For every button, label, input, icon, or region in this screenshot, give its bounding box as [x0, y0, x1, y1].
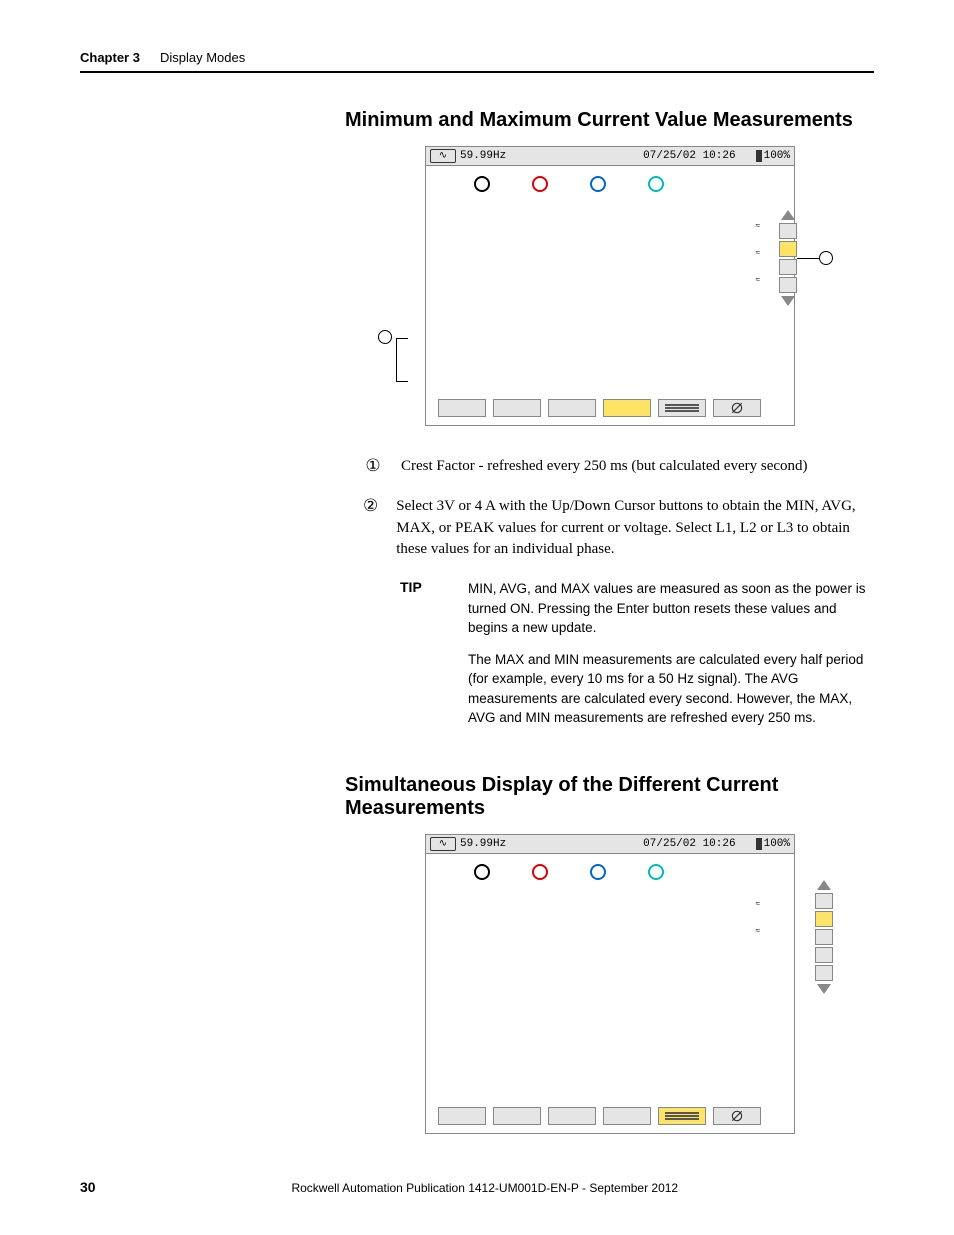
status-battery-2: 100% — [764, 838, 790, 850]
selector-down-icon[interactable] — [781, 296, 795, 306]
device-screenshot-2: ∿ 59.99Hz 07/25/02 10:26 100% ≈ ≈ — [425, 834, 795, 1134]
axis-l1: ≈ — [755, 222, 760, 231]
callout-1-marker — [819, 251, 833, 265]
selector-item[interactable] — [815, 965, 833, 981]
callout-number-1: ① — [363, 456, 383, 476]
chapter-label: Chapter 3 — [80, 50, 140, 65]
publication-info: Rockwell Automation Publication 1412-UM0… — [96, 1181, 874, 1195]
status-datetime-2: 07/25/02 10:26 — [643, 838, 735, 850]
phase-circle-l3 — [648, 864, 664, 880]
softkey-3[interactable] — [548, 399, 596, 417]
softkey-row-2 — [438, 1107, 761, 1125]
selector-item-selected[interactable] — [779, 241, 797, 257]
battery-icon — [756, 150, 762, 162]
battery-icon — [756, 838, 762, 850]
softkey-4[interactable] — [603, 1107, 651, 1125]
selector-up-icon[interactable] — [817, 880, 831, 890]
phase-circle-l1 — [532, 864, 548, 880]
softkey-1[interactable] — [438, 399, 486, 417]
chapter-title: Display Modes — [160, 50, 245, 65]
phase-circles — [474, 176, 664, 192]
section-title-2: Simultaneous Display of the Different Cu… — [345, 774, 874, 820]
softkey-6[interactable] — [713, 1107, 761, 1125]
selector-item[interactable] — [779, 223, 797, 239]
softkey-3[interactable] — [548, 1107, 596, 1125]
axis-l2: ≈ — [755, 927, 760, 936]
vertical-selector-2 — [815, 880, 833, 994]
section-title-1: Minimum and Maximum Current Value Measur… — [345, 109, 874, 132]
tip-paragraph-2: The MAX and MIN measurements are calcula… — [468, 650, 868, 728]
selector-item[interactable] — [815, 947, 833, 963]
selector-up-icon[interactable] — [781, 210, 795, 220]
softkey-2[interactable] — [493, 399, 541, 417]
wave-icon: ∿ — [430, 837, 456, 851]
callout-line — [797, 258, 819, 259]
selector-item[interactable] — [815, 929, 833, 945]
softkey-4[interactable] — [603, 399, 651, 417]
callout-text-2: Select 3V or 4 A with the Up/Down Cursor… — [396, 496, 874, 561]
vertical-selector-1 — [779, 210, 833, 306]
status-freq: 59.99Hz — [460, 150, 506, 162]
axis-l2: ≈ — [755, 249, 760, 258]
header-rule — [80, 71, 874, 73]
status-bar: ∿ 59.99Hz 07/25/02 10:26 100% — [425, 146, 795, 166]
tip-label: TIP — [400, 579, 440, 740]
phase-circle-l1 — [532, 176, 548, 192]
phase-circle-l2 — [590, 176, 606, 192]
callout-text-1: Crest Factor - refreshed every 250 ms (b… — [401, 456, 808, 478]
softkey-6[interactable] — [713, 399, 761, 417]
status-datetime: 07/25/02 10:26 — [643, 150, 735, 162]
axis-l1: ≈ — [755, 900, 760, 909]
phase-circle-neutral — [474, 864, 490, 880]
selector-item[interactable] — [779, 277, 797, 293]
status-freq-2: 59.99Hz — [460, 838, 506, 850]
phase-circle-l3 — [648, 176, 664, 192]
callout-2-pointer — [378, 330, 408, 382]
tip-block: TIP MIN, AVG, and MAX values are measure… — [400, 579, 874, 740]
page-header: Chapter 3 Display Modes — [80, 50, 874, 65]
page-footer: 30 Rockwell Automation Publication 1412-… — [80, 1179, 874, 1195]
tip-paragraph-1: MIN, AVG, and MAX values are measured as… — [468, 579, 868, 638]
softkey-1[interactable] — [438, 1107, 486, 1125]
axis-labels-2: ≈ ≈ — [755, 900, 760, 936]
axis-labels: ≈ ≈ ≈ — [755, 222, 760, 285]
wave-icon: ∿ — [430, 149, 456, 163]
phase-circle-neutral — [474, 176, 490, 192]
callout-list: ① Crest Factor - refreshed every 250 ms … — [363, 456, 874, 561]
page-number: 30 — [80, 1179, 96, 1195]
selector-down-icon[interactable] — [817, 984, 831, 994]
phase-circles-2 — [474, 864, 664, 880]
softkey-5[interactable] — [658, 1107, 706, 1125]
status-battery: 100% — [764, 150, 790, 162]
axis-l3: ≈ — [755, 276, 760, 285]
softkey-5[interactable] — [658, 399, 706, 417]
status-bar-2: ∿ 59.99Hz 07/25/02 10:26 100% — [425, 834, 795, 854]
selector-item[interactable] — [815, 893, 833, 909]
tip-text: MIN, AVG, and MAX values are measured as… — [468, 579, 868, 740]
device-screenshot-1: ∿ 59.99Hz 07/25/02 10:26 100% ≈ ≈ ≈ — [425, 146, 795, 426]
selector-item[interactable] — [779, 259, 797, 275]
callout-number-2: ② — [363, 496, 378, 516]
phase-circle-l2 — [590, 864, 606, 880]
softkey-row — [438, 399, 761, 417]
softkey-2[interactable] — [493, 1107, 541, 1125]
selector-item-selected[interactable] — [815, 911, 833, 927]
